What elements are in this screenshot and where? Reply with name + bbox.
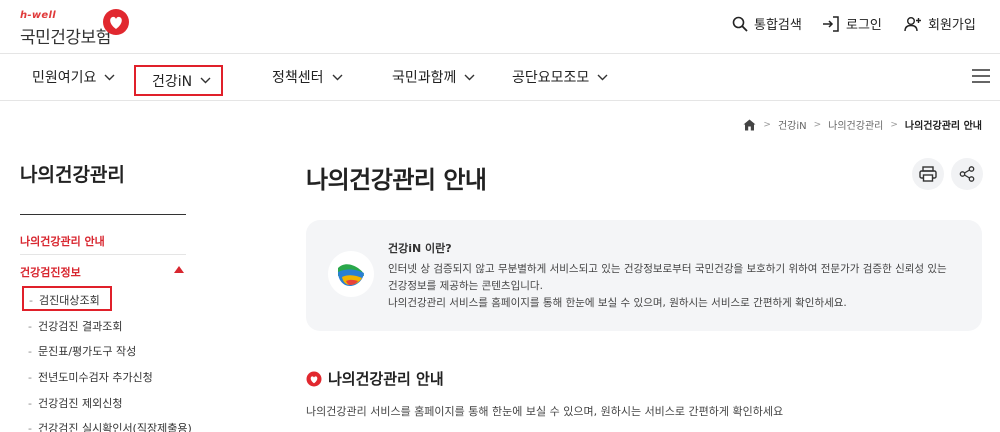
sidebar-subitem-exclusion-request[interactable]: - 건강검진 제외신청 — [28, 395, 122, 411]
sidebar-subitem-checkup-target[interactable]: - 검진대상조회 — [22, 286, 112, 311]
section-description: 나의건강관리 서비스를 홈페이지를 통해 한눈에 보실 수 있으며, 원하시는 … — [306, 405, 784, 418]
login-link[interactable]: 로그인 — [822, 14, 882, 33]
nav-item-health-in[interactable]: 건강iN — [134, 65, 223, 96]
nav-item-label: 건강iN — [152, 73, 193, 90]
heart-bullet-icon — [306, 371, 322, 386]
chevron-down-icon — [200, 77, 211, 84]
login-icon — [823, 15, 839, 32]
sidebar-subitem-checkup-result[interactable]: - 건강검진 결과조회 — [28, 318, 122, 334]
share-button[interactable] — [951, 158, 983, 190]
nav-item-civil-service[interactable]: 민원여기요 — [32, 67, 115, 87]
breadcrumb-separator: > — [763, 119, 771, 130]
print-icon — [919, 166, 937, 182]
logo-subtitle: h-well — [20, 10, 56, 21]
add-user-icon — [904, 16, 921, 31]
login-link-label: 로그인 — [846, 18, 882, 33]
sidebar-subitem-label: 건강검진 결과조회 — [37, 320, 123, 333]
info-text: 인터넷 상 검증되지 않고 무분별하게 서비스되고 있는 건강정보로부터 국민건… — [388, 263, 947, 275]
signup-link-label: 회원가입 — [928, 18, 976, 33]
nav-item-label: 민원여기요 — [32, 70, 97, 86]
info-text: 건강정보를 제공하는 콘텐츠입니다. — [388, 280, 543, 292]
hamburger-icon[interactable] — [972, 68, 990, 84]
sidebar-subitem-additional-request[interactable]: - 전년도미수검자 추가신청 — [28, 369, 153, 385]
sidebar-item-checkup-info[interactable]: 건강검진정보 — [20, 264, 81, 280]
search-link-label: 통합검색 — [754, 18, 802, 33]
nav-item-label: 국민과함께 — [392, 70, 457, 86]
info-box: 건강iN 이란? 인터넷 상 검증되지 않고 무분별하게 서비스되고 있는 건강… — [306, 220, 982, 331]
sidebar-divider — [20, 254, 186, 255]
chevron-down-icon — [464, 74, 475, 80]
nav-item-corporation-info[interactable]: 공단요모조모 — [512, 67, 608, 87]
breadcrumb-current: 나의건강관리 안내 — [904, 121, 982, 132]
signup-link[interactable]: 회원가입 — [904, 14, 976, 33]
breadcrumb-item[interactable]: 나의건강관리 — [828, 117, 883, 132]
heart-logo-icon — [103, 9, 129, 35]
share-icon — [959, 166, 975, 182]
dash-icon: - — [28, 371, 32, 384]
logo-title: 국민건강보험 — [20, 28, 111, 48]
sidebar-divider — [20, 214, 186, 215]
search-link[interactable]: 통합검색 — [732, 14, 802, 33]
global-nav: 민원여기요 건강iN 정책센터 국민과함께 공단요모조모 — [0, 55, 1000, 101]
caret-up-icon[interactable] — [174, 266, 184, 273]
sidebar-subitem-label: 검진대상조회 — [38, 294, 100, 307]
section-title: 나의건강관리 안내 — [306, 368, 444, 389]
health-in-logo-icon — [328, 251, 374, 297]
nav-item-policy-center[interactable]: 정책센터 — [272, 67, 343, 87]
breadcrumb: > 건강iN > 나의건강관리 > 나의건강관리 안내 — [743, 117, 982, 132]
info-heading: 건강iN 이란? — [388, 242, 452, 255]
info-text: 나의건강관리 서비스를 홈페이지를 통해 한눈에 보실 수 있으며, 원하시는 … — [388, 297, 847, 309]
chevron-down-icon — [597, 74, 608, 80]
breadcrumb-item[interactable]: 건강iN — [778, 117, 807, 132]
print-button[interactable] — [912, 158, 944, 190]
sidebar-subitem-label: 건강검진 제외신청 — [37, 397, 123, 410]
search-icon — [732, 16, 748, 32]
site-header: h-well 국민건강보험 통합검색 로그인 회원가입 — [0, 0, 1000, 54]
sidebar-subitem-label: 문진표/평가도구 작성 — [37, 345, 137, 358]
breadcrumb-separator: > — [813, 119, 822, 130]
sidebar-title: 나의건강관리 — [20, 164, 125, 186]
chevron-down-icon — [332, 74, 343, 80]
sidebar-subitem-label: 전년도미수검자 추가신청 — [37, 371, 153, 384]
breadcrumb-separator: > — [890, 119, 898, 130]
site-logo[interactable]: h-well 국민건강보험 — [20, 8, 130, 48]
section-title-label: 나의건강관리 안내 — [328, 370, 444, 388]
dash-icon: - — [28, 397, 32, 410]
dash-icon: - — [29, 294, 33, 307]
sidebar-subitem-questionnaire[interactable]: - 문진표/평가도구 작성 — [28, 343, 136, 359]
dash-icon: - — [28, 345, 32, 358]
dash-icon: - — [28, 320, 32, 333]
nav-item-label: 공단요모조모 — [512, 70, 590, 86]
page-title: 나의건강관리 안내 — [306, 166, 487, 194]
sidebar-subitem-checkup-certificate[interactable]: - 건강검진 실시확인서(직장제출용) — [28, 420, 192, 432]
dash-icon: - — [28, 422, 32, 432]
sidebar-item-my-health-guide[interactable]: 나의건강관리 안내 — [20, 233, 105, 249]
chevron-down-icon — [104, 74, 115, 80]
nav-item-label: 정책센터 — [272, 70, 324, 86]
sidebar-subitem-label: 건강검진 실시확인서(직장제출용) — [37, 422, 192, 432]
nav-item-with-people[interactable]: 국민과함께 — [392, 67, 475, 87]
home-icon[interactable] — [743, 119, 756, 131]
